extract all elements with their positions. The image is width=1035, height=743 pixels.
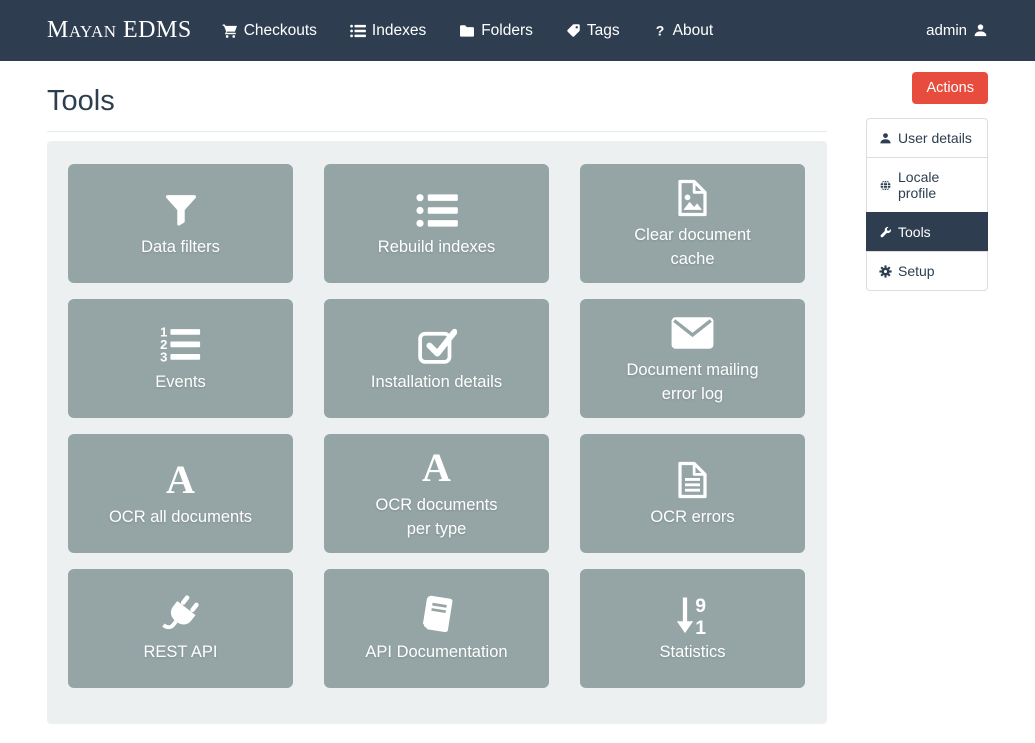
sidebar-item-user-details[interactable]: User details <box>866 118 988 158</box>
brand-logo[interactable]: Mayan EDMS <box>47 17 192 44</box>
plug-icon <box>160 592 202 638</box>
sidebar-item-locale-profile[interactable]: Locale profile <box>866 157 988 213</box>
tile-label: Clear document cache <box>625 224 760 272</box>
user-icon <box>879 132 892 145</box>
font-icon: A <box>422 445 451 491</box>
nav-item-label: Checkouts <box>244 22 317 40</box>
ordered-list-icon <box>159 322 202 368</box>
sidebar-item-setup[interactable]: Setup <box>866 251 988 291</box>
tile-label: OCR errors <box>650 506 734 530</box>
user-icon <box>973 23 988 38</box>
tile-label: Rebuild indexes <box>378 236 495 260</box>
font-icon: A <box>166 457 195 503</box>
nav-item-tags[interactable]: Tags <box>566 22 620 40</box>
nav-item-label: Tags <box>587 22 620 40</box>
title-divider <box>47 131 827 132</box>
user-menu[interactable]: admin <box>926 22 988 39</box>
nav-item-about[interactable]: About <box>653 22 714 40</box>
cart-icon <box>222 23 238 39</box>
tile-label: Document mailing error log <box>625 359 760 407</box>
file-image-icon <box>676 175 709 221</box>
file-text-icon <box>676 457 709 503</box>
tool-tile-api-documentation[interactable]: API Documentation <box>324 569 549 688</box>
nav-item-label: Folders <box>481 22 533 40</box>
mayan-edms-tools-page: Mayan EDMS Checkouts Indexes Folders Tag… <box>0 0 1035 743</box>
sidebar-item-label: User details <box>898 130 972 146</box>
nav-item-indexes[interactable]: Indexes <box>350 22 426 40</box>
sidebar-item-label: Locale profile <box>898 169 975 201</box>
nav-item-checkouts[interactable]: Checkouts <box>222 22 317 40</box>
tool-tile-rest-api[interactable]: REST API <box>68 569 293 688</box>
tile-label: Events <box>155 371 205 395</box>
tool-tile-document-mailing-error-log[interactable]: Document mailing error log <box>580 299 805 418</box>
main-column: Tools Data filters Rebuild indexes Clear… <box>47 61 827 724</box>
sidebar-item-tools[interactable]: Tools <box>866 212 988 252</box>
sidebar-item-label: Tools <box>898 224 931 240</box>
tile-label: REST API <box>144 641 218 665</box>
tile-label: OCR all documents <box>109 506 252 530</box>
sidebar-item-label: Setup <box>898 263 935 279</box>
list-icon <box>350 24 366 38</box>
top-navbar: Mayan EDMS Checkouts Indexes Folders Tag… <box>0 0 1035 61</box>
content-area: Tools Data filters Rebuild indexes Clear… <box>0 61 1035 724</box>
sidebar-menu: User details Locale profile Tools Setup <box>866 118 988 290</box>
tool-tile-ocr-errors[interactable]: OCR errors <box>580 434 805 553</box>
tool-tile-ocr-documents-per-type[interactable]: A OCR documents per type <box>324 434 549 553</box>
question-icon <box>653 24 667 38</box>
right-sidebar: Actions User details Locale profile Tool… <box>866 61 988 724</box>
tool-tile-rebuild-indexes[interactable]: Rebuild indexes <box>324 164 549 283</box>
filter-icon <box>164 187 198 233</box>
tools-panel: Data filters Rebuild indexes Clear docum… <box>47 141 827 724</box>
wrench-icon <box>879 226 892 239</box>
tile-label: API Documentation <box>365 641 507 665</box>
tool-tile-clear-document-cache[interactable]: Clear document cache <box>580 164 805 283</box>
navbar-menu: Checkouts Indexes Folders Tags About <box>222 22 746 40</box>
tool-tile-grid: Data filters Rebuild indexes Clear docum… <box>68 164 806 688</box>
check-square-icon <box>417 322 457 368</box>
tile-label: OCR documents per type <box>369 494 504 542</box>
folder-icon <box>459 23 475 39</box>
tool-tile-statistics[interactable]: Statistics <box>580 569 805 688</box>
actions-button[interactable]: Actions <box>912 72 988 104</box>
tool-tile-data-filters[interactable]: Data filters <box>68 164 293 283</box>
gear-icon <box>879 265 892 278</box>
nav-item-label: Indexes <box>372 22 426 40</box>
tile-label: Installation details <box>371 371 502 395</box>
tile-label: Statistics <box>659 641 725 665</box>
book-icon <box>417 592 457 638</box>
username: admin <box>926 22 967 39</box>
tool-tile-events[interactable]: Events <box>68 299 293 418</box>
page-title: Tools <box>47 85 827 118</box>
envelope-icon <box>670 310 715 356</box>
sort-numeric-icon <box>675 592 710 638</box>
nav-item-folders[interactable]: Folders <box>459 22 533 40</box>
tag-icon <box>566 23 581 38</box>
tool-tile-installation-details[interactable]: Installation details <box>324 299 549 418</box>
list-icon <box>416 187 458 233</box>
tile-label: Data filters <box>141 236 220 260</box>
tool-tile-ocr-all-documents[interactable]: A OCR all documents <box>68 434 293 553</box>
nav-item-label: About <box>673 22 714 40</box>
globe-icon <box>879 179 892 192</box>
